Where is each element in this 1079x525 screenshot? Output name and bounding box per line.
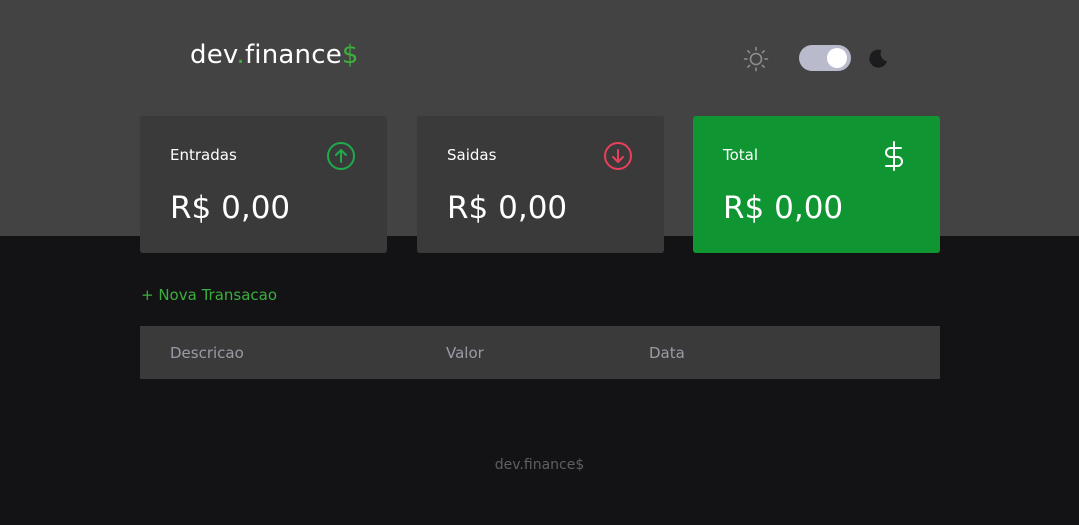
- logo-prefix: dev: [190, 40, 237, 70]
- new-transaction-link[interactable]: + Nova Transacao: [141, 286, 277, 304]
- app-page: dev.finance$ Entradas R$ 0,00 Saidas R$ …: [0, 0, 1079, 525]
- expense-label: Saidas: [447, 146, 497, 164]
- total-label: Total: [723, 146, 759, 164]
- logo: dev.finance$: [190, 40, 359, 70]
- column-description: Descricao: [170, 344, 244, 362]
- arrow-up-circle-icon: [327, 142, 355, 170]
- column-date: Data: [649, 344, 685, 362]
- expense-value: R$ 0,00: [447, 190, 568, 226]
- income-card: Entradas R$ 0,00: [140, 116, 387, 253]
- toggle-knob: [827, 48, 847, 68]
- income-value: R$ 0,00: [170, 190, 291, 226]
- column-value: Valor: [446, 344, 484, 362]
- dollar-sign-icon: [885, 141, 903, 171]
- logo-word: finance: [244, 40, 342, 70]
- total-card: Total R$ 0,00: [693, 116, 940, 253]
- income-label: Entradas: [170, 146, 237, 164]
- logo-symbol: $: [341, 40, 359, 70]
- sun-icon: [743, 46, 769, 72]
- arrow-down-circle-icon: [604, 142, 632, 170]
- theme-toggle[interactable]: [799, 45, 851, 71]
- total-value: R$ 0,00: [723, 190, 844, 226]
- footer-text: dev.finance$: [494, 457, 585, 473]
- expense-card: Saidas R$ 0,00: [417, 116, 664, 253]
- moon-icon: [869, 49, 887, 68]
- logo-dot: .: [236, 40, 245, 70]
- transactions-table-header: Descricao Valor Data: [140, 326, 940, 379]
